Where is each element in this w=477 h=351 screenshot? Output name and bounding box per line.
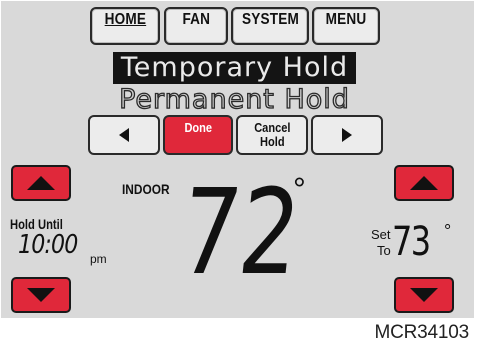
cancel-hold-line1: Cancel xyxy=(253,120,291,135)
temporary-hold-option[interactable]: Temporary Hold xyxy=(113,52,356,84)
done-button-label: Done xyxy=(184,120,212,135)
set-temperature-degree: ° xyxy=(444,221,452,241)
cancel-hold-line2: Hold xyxy=(259,134,285,149)
system-button-label: SYSTEM xyxy=(241,11,299,28)
model-code: MCR34103 xyxy=(374,322,469,343)
menu-button[interactable]: MENU xyxy=(312,7,380,45)
triangle-down-icon xyxy=(410,288,438,302)
scroll-right-button[interactable] xyxy=(311,115,383,155)
set-to-label-line2: To xyxy=(377,243,391,258)
fan-button-label: FAN xyxy=(182,11,210,28)
hold-time-up-button[interactable] xyxy=(11,165,71,201)
system-button[interactable]: SYSTEM xyxy=(231,7,309,45)
set-temp-up-button[interactable] xyxy=(394,165,454,201)
hold-until-ampm: pm xyxy=(90,252,107,266)
triangle-right-icon xyxy=(342,128,352,142)
home-button[interactable]: HOME xyxy=(90,7,160,45)
triangle-down-icon xyxy=(27,288,55,302)
scroll-left-button[interactable] xyxy=(88,115,160,155)
indoor-label: INDOOR xyxy=(122,181,170,197)
triangle-left-icon xyxy=(119,128,129,142)
home-button-label: HOME xyxy=(104,11,146,28)
set-temp-down-button[interactable] xyxy=(394,277,454,313)
fan-button[interactable]: FAN xyxy=(164,7,228,45)
menu-button-label: MENU xyxy=(325,11,367,28)
cancel-hold-button[interactable]: Cancel Hold xyxy=(236,115,308,155)
indoor-degree-symbol: ° xyxy=(293,171,306,207)
done-button[interactable]: Done xyxy=(163,115,233,155)
cancel-hold-label: Cancel Hold xyxy=(254,121,290,149)
set-temperature-value: 73 xyxy=(392,219,431,265)
hold-time-down-button[interactable] xyxy=(11,277,71,313)
triangle-up-icon xyxy=(410,176,438,190)
indoor-temperature-value: 72 xyxy=(185,177,306,277)
hold-until-time: 10:00 xyxy=(18,230,78,260)
set-to-label-line1: Set xyxy=(371,227,391,242)
permanent-hold-option[interactable]: Permanent Hold xyxy=(113,83,356,116)
triangle-up-icon xyxy=(27,176,55,190)
